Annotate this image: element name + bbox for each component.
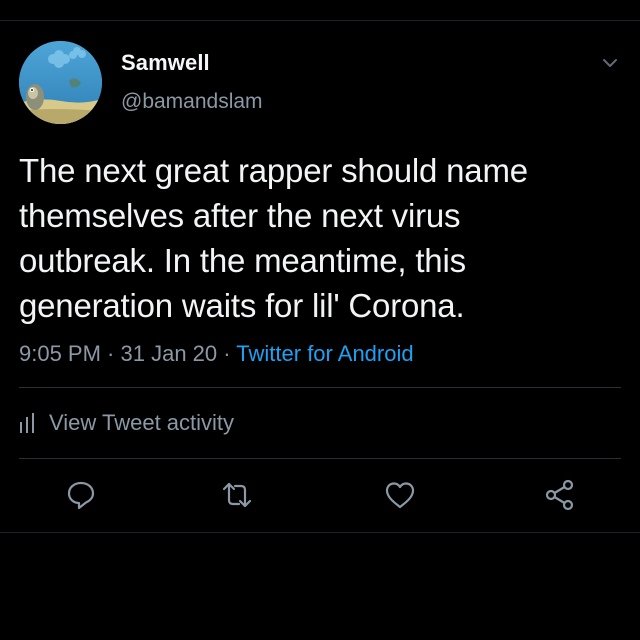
tweet-text: The next great rapper should name themse… [19, 152, 528, 324]
view-tweet-activity-button[interactable]: View Tweet activity [19, 410, 234, 436]
tweet-meta: 9:05 PM · 31 Jan 20 · Twitter for Androi… [19, 341, 414, 367]
bottom-divider [0, 532, 640, 533]
bar-chart-icon [20, 413, 34, 433]
tweet-detail-screen: Samwell @bamandslam The next great rappe… [0, 0, 640, 640]
meta-separator: · [217, 341, 237, 366]
like-icon[interactable] [383, 478, 417, 512]
divider [19, 387, 621, 388]
retweet-icon[interactable] [220, 478, 254, 512]
tweet-source-link[interactable]: Twitter for Android [236, 341, 413, 366]
top-divider [0, 20, 640, 21]
author-handle[interactable]: @bamandslam [121, 90, 263, 114]
chevron-down-icon[interactable] [599, 52, 621, 74]
avatar[interactable] [19, 41, 102, 124]
divider [19, 458, 621, 459]
avatar-image [19, 41, 102, 124]
tweet-time: 9:05 PM [19, 341, 101, 366]
meta-separator: · [100, 341, 121, 366]
author-display-name[interactable]: Samwell [121, 50, 210, 76]
tweet-date: 31 Jan 20 [120, 341, 218, 366]
view-tweet-activity-label: View Tweet activity [49, 410, 235, 435]
reply-icon[interactable] [64, 478, 98, 512]
share-icon[interactable] [543, 478, 577, 512]
